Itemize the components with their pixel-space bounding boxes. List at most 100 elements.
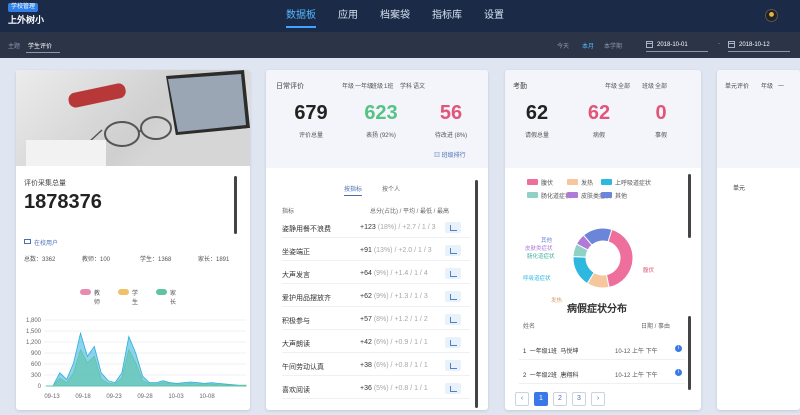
donut-slice[interactable] bbox=[605, 228, 634, 288]
nav-settings[interactable]: 设置 bbox=[484, 0, 504, 32]
table-row[interactable]: 坐姿端正 +91 (13%) / +2.0 / 1 / 3 bbox=[282, 241, 470, 261]
chart-icon[interactable] bbox=[445, 360, 461, 371]
collection-total: 1878376 bbox=[24, 191, 102, 213]
chart-icon[interactable] bbox=[445, 245, 461, 256]
tab-by-indicator[interactable]: 按指标 bbox=[344, 184, 363, 196]
topic-select[interactable]: 学生评价 bbox=[28, 41, 52, 50]
nav-dashboard[interactable]: 数据板 bbox=[286, 0, 316, 32]
unit-row-label: 单元 bbox=[733, 186, 746, 192]
nav-indicators[interactable]: 指标库 bbox=[432, 0, 462, 32]
legend-swatch bbox=[567, 179, 578, 185]
unit-eval-title: 单元评价 bbox=[725, 84, 750, 90]
page-button[interactable]: 1 bbox=[534, 392, 548, 406]
table-row[interactable]: 姿静用餐不浪费 +123 (18%) / +2.7 / 1 / 3 bbox=[282, 218, 470, 238]
next-page-button[interactable]: › bbox=[591, 392, 605, 406]
nav-apps[interactable]: 应用 bbox=[338, 0, 358, 32]
chart-icon[interactable] bbox=[445, 268, 461, 279]
collection-card: 评价采集总量 1878376 在校用户 总数：3362 教师：100 学生：13… bbox=[16, 70, 250, 410]
filter-label: 班级 bbox=[642, 84, 655, 90]
legend-label: 教师 bbox=[94, 291, 101, 306]
filter-label: 学科 bbox=[400, 84, 413, 90]
score-breakdown: (6%) / +0.8 / 1 / 1 bbox=[373, 362, 428, 369]
leave-row[interactable]: 1 一年级1班 马悦坤 10-12 上午 下午 i bbox=[519, 340, 685, 360]
donut-label: 其他 bbox=[541, 236, 553, 244]
online-users-text: 在校用户 bbox=[34, 241, 59, 247]
attendance-card: 考勤 年级 全部 班级 全部 62 请假总量 62 病假 0 事假 腹伏 发热 上呼吸道症状 肠化道症… bbox=[505, 70, 701, 410]
legend-item[interactable]: 教师 bbox=[80, 288, 100, 306]
topic-underline bbox=[26, 52, 60, 53]
nav-archive[interactable]: 档案袋 bbox=[380, 0, 410, 32]
filter-value[interactable]: 1班 bbox=[384, 81, 393, 90]
date-to-field[interactable]: 2018-10-12 bbox=[728, 38, 790, 52]
range-today[interactable]: 今天 bbox=[557, 41, 569, 50]
chart-icon[interactable] bbox=[445, 291, 461, 302]
table-row[interactable]: 大声朗读 +42 (6%) / +0.9 / 1 / 1 bbox=[282, 333, 470, 353]
legend-swatch bbox=[527, 192, 538, 198]
topic-label: 主题 bbox=[8, 44, 21, 50]
chart-icon[interactable] bbox=[445, 314, 461, 325]
legend-swatch bbox=[118, 289, 129, 295]
stat-value: 62 bbox=[587, 102, 611, 124]
chart-icon[interactable] bbox=[445, 383, 461, 394]
prev-page-button[interactable]: ‹ bbox=[515, 392, 529, 406]
stat-value: 62 bbox=[525, 102, 549, 124]
leave-row[interactable]: 2 一年级2班 唐翔科 10-12 上午 下午 i bbox=[519, 364, 685, 384]
user-avatar[interactable] bbox=[765, 9, 778, 22]
stat-label: 病假 bbox=[592, 133, 605, 139]
filter-value[interactable]: 语文 bbox=[413, 81, 425, 90]
indicator-score: +62 (9%) / +1.3 / 1 / 3 bbox=[360, 293, 428, 300]
calendar-icon bbox=[728, 41, 735, 48]
stat-label: 事假 bbox=[654, 133, 667, 139]
stat-label: 待改进 (8%) bbox=[434, 133, 468, 139]
school-badge: 学校管理 bbox=[8, 3, 39, 12]
tab-by-person[interactable]: 按个人 bbox=[382, 184, 400, 193]
legend-item[interactable]: 肠化道症状 bbox=[527, 191, 571, 200]
score-col-header: 总分(占比) / 平均 / 最低 / 最高 bbox=[370, 209, 449, 215]
range-semester[interactable]: 本学期 bbox=[604, 41, 622, 50]
table-row[interactable]: 喜欢阅读 +36 (5%) / +0.8 / 1 / 1 bbox=[282, 379, 470, 399]
daily-eval-title: 日常评价 bbox=[276, 83, 304, 90]
page-button[interactable]: 2 bbox=[553, 392, 567, 406]
filter-value[interactable]: 全部 bbox=[655, 81, 667, 90]
legend-item[interactable]: 学生 bbox=[118, 288, 138, 306]
indicator-score: +38 (6%) / +0.8 / 1 / 1 bbox=[360, 362, 428, 369]
chart-icon[interactable] bbox=[445, 337, 461, 348]
table-row[interactable]: 大声发言 +64 (9%) / +1.4 / 1 / 4 bbox=[282, 264, 470, 284]
indicator-score: +42 (6%) / +0.9 / 1 / 1 bbox=[360, 339, 428, 346]
date-to-value: 2018-10-12 bbox=[739, 42, 770, 48]
legend-item[interactable]: 家长 bbox=[156, 288, 176, 306]
attendance-title: 考勤 bbox=[513, 83, 527, 90]
date-from-field[interactable]: 2018-10-01 bbox=[646, 38, 708, 52]
class-ranking-link[interactable]: ▥ 班级排行 bbox=[434, 150, 466, 159]
legend-swatch bbox=[601, 192, 612, 198]
attendance-scrollbar[interactable] bbox=[688, 174, 691, 238]
info-icon[interactable]: i bbox=[675, 369, 682, 376]
daily-eval-scrollbar[interactable] bbox=[475, 180, 478, 408]
stat-label: 表扬 (92%) bbox=[366, 133, 396, 139]
x-tick-label: 09-28 bbox=[137, 394, 153, 400]
table-row[interactable]: 午间劳动认真 +38 (6%) / +0.8 / 1 / 1 bbox=[282, 356, 470, 376]
unit-grade-select[interactable]: 一 bbox=[778, 81, 784, 90]
indicator-name: 爱护用品摆放齐 bbox=[282, 295, 331, 302]
table-row[interactable]: 积极参与 +57 (8%) / +1.2 / 1 / 2 bbox=[282, 310, 470, 330]
info-icon[interactable]: i bbox=[675, 345, 682, 352]
leave-table-scrollbar[interactable] bbox=[688, 316, 691, 390]
legend-swatch bbox=[567, 192, 578, 198]
indicator-name: 坐姿端正 bbox=[282, 249, 310, 256]
page-button[interactable]: 3 bbox=[572, 392, 586, 406]
range-month[interactable]: 本月 bbox=[582, 41, 594, 50]
legend-item[interactable]: 腹伏 bbox=[527, 178, 553, 187]
daily-eval-card: 日常评价 年级 一年级 班级 1班 学科 语文 679 评价总量 623 表扬 (92%) 56 待… bbox=[266, 70, 488, 410]
score-total: +64 bbox=[360, 270, 372, 277]
legend-label: 发热 bbox=[581, 181, 594, 187]
score-total: +91 bbox=[360, 247, 372, 254]
indicator-name: 姿静用餐不浪费 bbox=[282, 226, 331, 233]
chart-icon[interactable] bbox=[445, 222, 461, 233]
legend-item[interactable]: 上呼吸道症状 bbox=[601, 178, 651, 187]
legend-item[interactable]: 发热 bbox=[567, 178, 593, 187]
legend-item[interactable]: 其他 bbox=[601, 191, 627, 200]
table-row[interactable]: 爱护用品摆放齐 +62 (9%) / +1.3 / 1 / 3 bbox=[282, 287, 470, 307]
collection-scrollbar[interactable] bbox=[234, 176, 237, 234]
filter-value[interactable]: 全部 bbox=[618, 81, 630, 90]
y-tick-label: 0 bbox=[38, 384, 42, 390]
